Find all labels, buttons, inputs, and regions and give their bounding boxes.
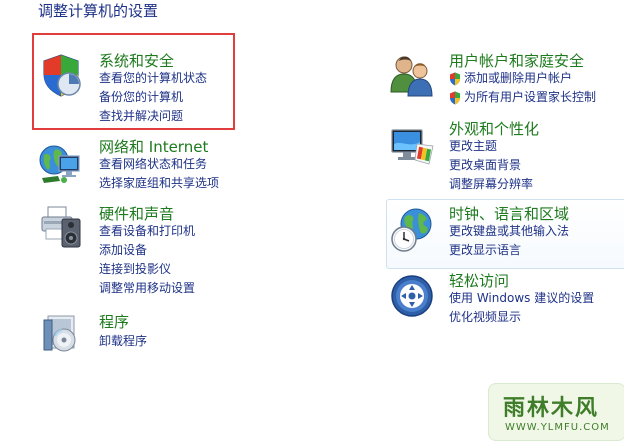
category-title-programs[interactable]: 程序 <box>99 311 129 332</box>
category-links-system-security: 查看您的计算机状态 备份您的计算机 查找并解决问题 <box>99 69 207 126</box>
shield-icon[interactable] <box>38 52 84 98</box>
category-links-network: 查看网络状态和任务 选择家庭组和共享选项 <box>99 155 219 193</box>
link-uninstall-program[interactable]: 卸载程序 <box>99 332 147 351</box>
link-recommended-settings[interactable]: 使用 Windows 建议的设置 <box>449 289 594 308</box>
watermark-logo: 雨林木风 WWW.YLMFU.COM <box>488 383 624 441</box>
link-change-display-language[interactable]: 更改显示语言 <box>449 241 569 260</box>
ease-of-access-icon[interactable] <box>389 273 435 319</box>
uac-shield-icon <box>449 72 461 86</box>
category-links-hardware: 查看设备和打印机 添加设备 连接到投影仪 调整常用移动设置 <box>99 222 195 298</box>
link-parental-controls[interactable]: 为所有用户设置家长控制 <box>449 88 596 107</box>
category-links-programs: 卸载程序 <box>99 332 147 351</box>
link-add-remove-accounts-label: 添加或删除用户帐户 <box>464 71 573 85</box>
watermark-main: 雨林木风 <box>503 396 600 421</box>
link-change-theme[interactable]: 更改主题 <box>449 137 533 156</box>
category-title-system-security[interactable]: 系统和安全 <box>99 50 174 71</box>
printer-speaker-icon[interactable] <box>38 203 84 249</box>
link-connect-projector[interactable]: 连接到投影仪 <box>99 260 195 279</box>
category-title-hardware[interactable]: 硬件和声音 <box>99 203 174 224</box>
link-devices-printers[interactable]: 查看设备和打印机 <box>99 222 195 241</box>
link-troubleshoot[interactable]: 查找并解决问题 <box>99 107 207 126</box>
category-title-ease-access[interactable]: 轻松访问 <box>449 270 509 291</box>
category-links-user-accounts: 添加或删除用户帐户 为所有用户设置家长控制 <box>449 69 596 107</box>
category-links-ease-access: 使用 Windows 建议的设置 优化视频显示 <box>449 289 594 327</box>
category-links-clock-region: 更改键盘或其他输入法 更改显示语言 <box>449 222 569 260</box>
category-title-user-accounts[interactable]: 用户帐户和家庭安全 <box>449 50 584 71</box>
network-globe-icon[interactable] <box>38 140 84 186</box>
watermark-sub: WWW.YLMFU.COM <box>505 422 610 433</box>
monitor-palette-icon[interactable] <box>389 124 435 170</box>
link-network-status[interactable]: 查看网络状态和任务 <box>99 155 219 174</box>
link-parental-controls-label: 为所有用户设置家长控制 <box>464 90 597 104</box>
link-backup-computer[interactable]: 备份您的计算机 <box>99 88 207 107</box>
link-mobility-settings[interactable]: 调整常用移动设置 <box>99 279 195 298</box>
link-view-computer-status[interactable]: 查看您的计算机状态 <box>99 69 207 88</box>
link-add-device[interactable]: 添加设备 <box>99 241 195 260</box>
page-title: 调整计算机的设置 <box>38 2 159 20</box>
clock-globe-icon[interactable] <box>389 207 435 253</box>
category-links-appearance: 更改主题 更改桌面背景 调整屏幕分辨率 <box>449 137 533 194</box>
category-title-clock-region[interactable]: 时钟、语言和区域 <box>449 203 569 224</box>
category-title-network[interactable]: 网络和 Internet <box>99 136 208 157</box>
link-optimize-video[interactable]: 优化视频显示 <box>449 308 594 327</box>
users-icon[interactable] <box>389 52 435 98</box>
programs-icon[interactable] <box>38 310 84 356</box>
category-title-appearance[interactable]: 外观和个性化 <box>449 118 539 139</box>
link-change-background[interactable]: 更改桌面背景 <box>449 156 533 175</box>
link-homegroup-sharing[interactable]: 选择家庭组和共享选项 <box>99 174 219 193</box>
uac-shield-icon <box>449 91 461 105</box>
link-add-remove-accounts[interactable]: 添加或删除用户帐户 <box>449 69 596 88</box>
link-screen-resolution[interactable]: 调整屏幕分辨率 <box>449 175 533 194</box>
link-change-keyboard[interactable]: 更改键盘或其他输入法 <box>449 222 569 241</box>
